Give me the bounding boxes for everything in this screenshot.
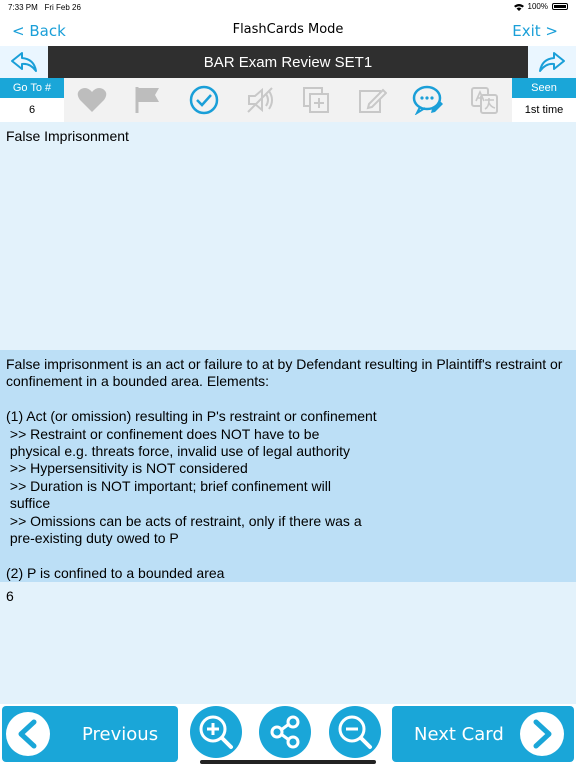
answer-panel[interactable]: False imprisonment is an act or failure … <box>0 350 576 582</box>
zoom-out-icon <box>338 715 372 749</box>
goto-control[interactable]: Go To # 6 <box>0 78 64 122</box>
duplicate-icon[interactable] <box>300 84 332 116</box>
edit-icon[interactable] <box>356 84 388 116</box>
status-right: 100% <box>513 2 568 11</box>
chevron-right-icon <box>520 712 564 756</box>
undo-arrow-icon <box>11 52 37 72</box>
flag-icon[interactable] <box>132 84 164 116</box>
zoom-in-icon <box>199 715 233 749</box>
goto-label: Go To # <box>0 78 64 98</box>
wifi-icon <box>513 3 524 11</box>
exit-button[interactable]: Exit > <box>512 22 558 40</box>
chevron-left-icon <box>6 712 50 756</box>
status-bar: 7:33 PM Fri Feb 26 100% <box>0 0 576 14</box>
comment-icon[interactable] <box>412 84 444 116</box>
check-icon[interactable] <box>188 84 220 116</box>
next-card-button[interactable]: Next Card <box>392 706 574 762</box>
card-toolbar: Go To # 6 Seen 1st time <box>0 78 576 123</box>
bottom-bar: Previous Next Card <box>0 704 576 768</box>
status-time: 7:33 PM Fri Feb 26 <box>8 3 81 12</box>
card-number: 6 <box>6 588 14 604</box>
next-card-label: Next Card <box>414 724 504 745</box>
battery-percent: 100% <box>527 2 548 11</box>
translate-icon[interactable] <box>468 84 500 116</box>
seen-status: Seen 1st time <box>512 78 576 122</box>
redo-button[interactable] <box>528 46 576 78</box>
share-button[interactable] <box>259 706 311 758</box>
redo-arrow-icon <box>539 52 565 72</box>
previous-button[interactable]: Previous <box>2 706 178 762</box>
answer-text: False imprisonment is an act or failure … <box>6 356 563 581</box>
battery-icon <box>552 3 568 10</box>
navigation-bar: < Back FlashCards Mode Exit > <box>0 14 576 47</box>
zoom-in-button[interactable] <box>190 706 242 758</box>
seen-label: Seen <box>512 78 576 98</box>
deck-title-bar: BAR Exam Review SET1 <box>0 46 576 78</box>
previous-label: Previous <box>82 724 159 745</box>
deck-title: BAR Exam Review SET1 <box>203 54 373 71</box>
zoom-out-button[interactable] <box>329 706 381 758</box>
card-number-panel: 6 <box>0 582 576 704</box>
heart-icon[interactable] <box>76 84 108 116</box>
question-panel[interactable]: False Imprisonment <box>0 122 576 350</box>
share-icon <box>270 715 300 749</box>
mute-speaker-icon[interactable] <box>244 84 276 116</box>
home-indicator[interactable] <box>200 760 376 764</box>
seen-value: 1st time <box>512 98 576 122</box>
undo-button[interactable] <box>0 46 48 78</box>
goto-value[interactable]: 6 <box>0 98 64 122</box>
page-title: FlashCards Mode <box>232 22 344 37</box>
question-text: False Imprisonment <box>6 128 129 144</box>
